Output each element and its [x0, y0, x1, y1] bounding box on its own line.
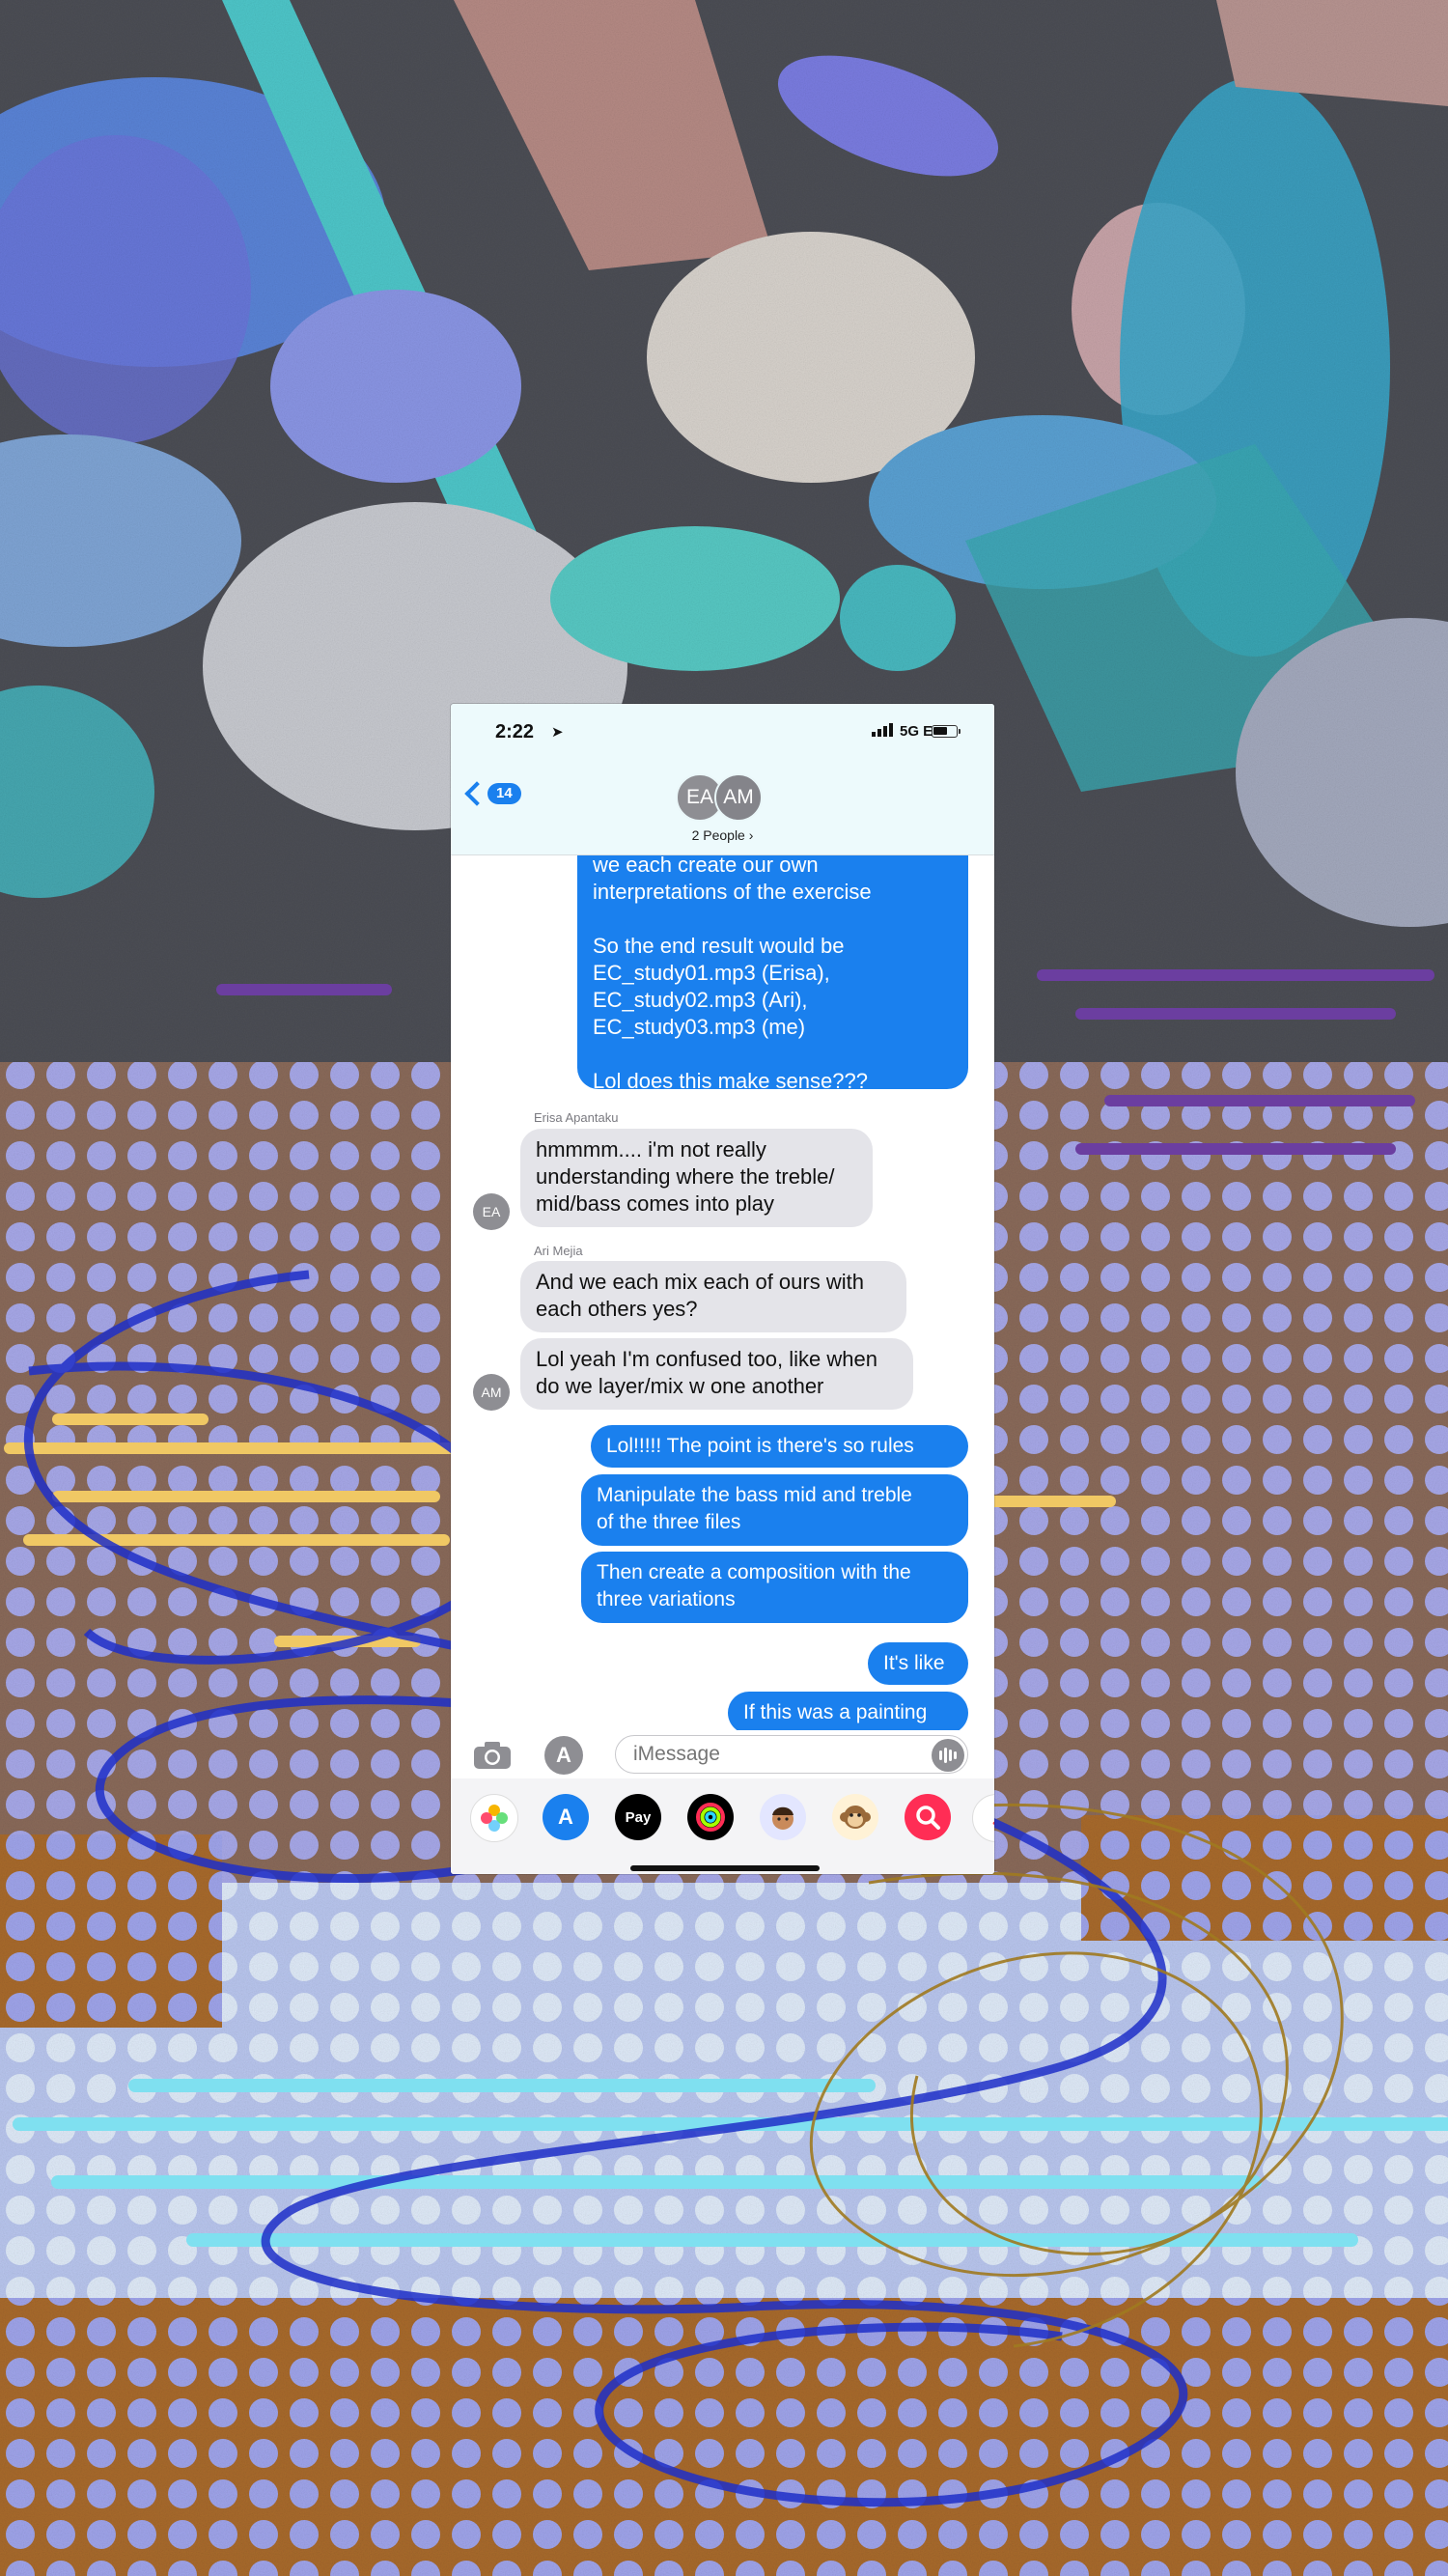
message-bubble-outgoing[interactable]: Manipulate the bass mid and treble of th… [581, 1474, 968, 1546]
app-store-apps-button[interactable]: A [544, 1736, 583, 1775]
message-list[interactable]: we each create our own interpretations o… [451, 855, 994, 1730]
signal-strength-icon [872, 723, 893, 737]
status-bar: 2:22 ➤ 5G E [451, 704, 994, 758]
message-bubble-outgoing[interactable]: we each create our own interpretations o… [577, 855, 968, 1093]
monkey-icon[interactable] [832, 1794, 878, 1840]
memoji-icon[interactable] [760, 1794, 806, 1840]
group-avatars[interactable]: EA AM [676, 773, 772, 822]
activity-icon[interactable] [687, 1794, 734, 1840]
search-images-icon[interactable] [905, 1794, 951, 1840]
sender-name: Erisa Apantaku [534, 1110, 619, 1125]
network-label: 5G E [900, 723, 933, 740]
photos-icon[interactable] [470, 1794, 518, 1842]
apple-pay-label: Pay [625, 1808, 652, 1826]
location-arrow-icon: ➤ [551, 724, 564, 741]
battery-icon [932, 725, 961, 738]
sender-name: Ari Mejia [534, 1244, 583, 1258]
message-bubble-incoming[interactable]: And we each mix each of ours with each o… [520, 1261, 906, 1332]
message-bubble-incoming[interactable]: Lol yeah I'm confused too, like when do … [520, 1338, 913, 1410]
music-icon[interactable]: ♪ [972, 1794, 994, 1842]
back-button[interactable]: 14 [464, 777, 521, 810]
message-bubble-incoming[interactable]: hmmmm.... i'm not really understanding w… [520, 1129, 873, 1227]
message-bubble-outgoing[interactable]: Then create a composition with the three… [581, 1552, 968, 1623]
messages-screen: 2:22 ➤ 5G E 14 EA AM 2 People › we each … [451, 704, 994, 1874]
camera-icon[interactable] [473, 1741, 512, 1770]
conversation-header: 14 EA AM 2 People › [451, 758, 994, 855]
message-bubble-outgoing[interactable]: It's like [868, 1642, 968, 1685]
app-store-icon[interactable]: A [543, 1794, 589, 1840]
avatar: AM [473, 1374, 510, 1411]
apple-pay-icon[interactable]: Pay [615, 1794, 661, 1840]
avatar: AM [714, 773, 763, 822]
message-bubble-outgoing[interactable]: Lol!!!!! The point is there's so rules [591, 1425, 968, 1468]
app-store-icon: A [556, 1743, 571, 1767]
unread-count-badge: 14 [487, 783, 521, 804]
message-bubble-outgoing[interactable]: If this was a painting [728, 1692, 968, 1730]
audio-message-button[interactable] [932, 1739, 964, 1772]
avatar: EA [473, 1193, 510, 1230]
status-time: 2:22 [495, 721, 535, 742]
message-input[interactable] [615, 1735, 968, 1774]
home-indicator [630, 1865, 820, 1871]
imessage-app-drawer: A Pay [451, 1778, 994, 1874]
group-details-link[interactable]: 2 People › [451, 827, 994, 843]
chevron-left-icon [464, 781, 489, 806]
compose-bar: A [451, 1730, 994, 1778]
